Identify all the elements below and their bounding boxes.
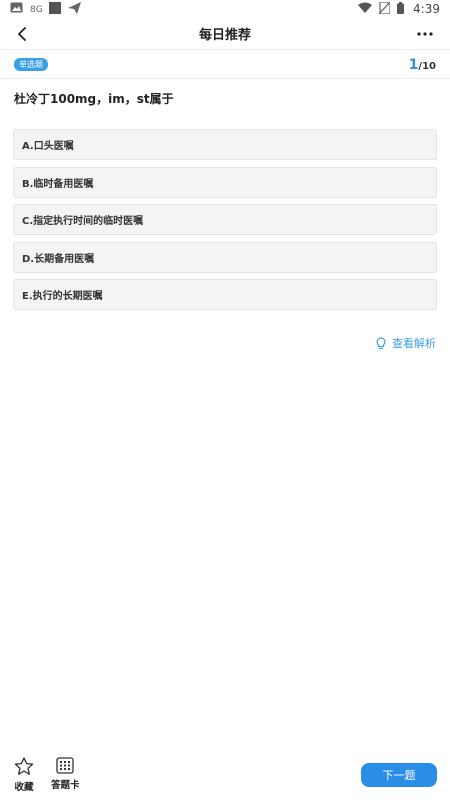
page-title: 每日推荐 <box>198 28 251 43</box>
option-label: A.口头医嘱 <box>22 141 74 152</box>
option-d[interactable]: D.长期备用医嘱 <box>13 241 437 273</box>
screen: 8G 4:39 每日推荐 单选题 1 /10 杜冷丁100mg，im，st属于 … <box>0 0 450 800</box>
option-a[interactable]: A.口头医嘱 <box>13 129 437 160</box>
next-question-button[interactable]: 下一题 <box>361 763 437 787</box>
more-icon <box>417 32 433 36</box>
sim-icon: 8G <box>30 2 43 17</box>
question-total: /10 <box>418 60 436 72</box>
option-e[interactable]: E.执行的长期医嘱 <box>13 279 437 310</box>
option-label: C.指定执行时间的临时医嘱 <box>22 216 144 227</box>
status-bar-left: 8G <box>10 1 81 17</box>
no-sim-icon <box>378 0 391 17</box>
send-icon <box>68 1 81 17</box>
option-label: E.执行的长期医嘱 <box>22 291 103 302</box>
answer-card-label: 答题卡 <box>51 780 80 791</box>
chevron-left-icon <box>18 27 26 41</box>
option-list: A.口头医嘱 B.临时备用医嘱 C.指定执行时间的临时医嘱 D.长期备用医嘱 E… <box>13 129 437 317</box>
question-header: 单选题 1 /10 <box>0 51 450 79</box>
favorite-label: 收藏 <box>14 782 34 793</box>
answer-card-button[interactable]: 答题卡 <box>51 757 80 791</box>
option-c[interactable]: C.指定执行时间的临时医嘱 <box>13 204 437 235</box>
grid-icon <box>56 757 74 774</box>
status-time: 4:39 <box>413 2 440 16</box>
view-analysis-button[interactable]: 查看解析 <box>376 335 436 351</box>
option-label: B.临时备用医嘱 <box>22 178 94 190</box>
image-icon <box>10 2 23 16</box>
question-text: 杜冷丁100mg，im，st属于 <box>14 92 174 106</box>
option-label: D.长期备用医嘱 <box>22 253 95 265</box>
more-button[interactable] <box>412 24 438 44</box>
question-progress: 1 /10 <box>409 57 436 73</box>
view-analysis-label: 查看解析 <box>392 337 436 350</box>
status-bar: 8G 4:39 <box>0 0 450 18</box>
square-app-icon <box>49 1 61 17</box>
star-icon <box>14 757 34 775</box>
favorite-button[interactable]: 收藏 <box>14 757 34 793</box>
nav-bar: 每日推荐 <box>0 18 450 50</box>
option-b[interactable]: B.临时备用医嘱 <box>13 166 437 198</box>
wifi-icon <box>358 2 373 16</box>
status-bar-right: 4:39 <box>358 0 440 17</box>
back-button[interactable] <box>12 24 32 44</box>
bottom-bar: 收藏 答题卡 下一题 <box>0 752 450 800</box>
lightbulb-icon <box>376 336 386 349</box>
battery-icon <box>397 1 405 17</box>
question-current: 1 <box>408 56 419 73</box>
svg-text:8G: 8G <box>30 5 42 14</box>
question-type-badge: 单选题 <box>14 58 48 71</box>
